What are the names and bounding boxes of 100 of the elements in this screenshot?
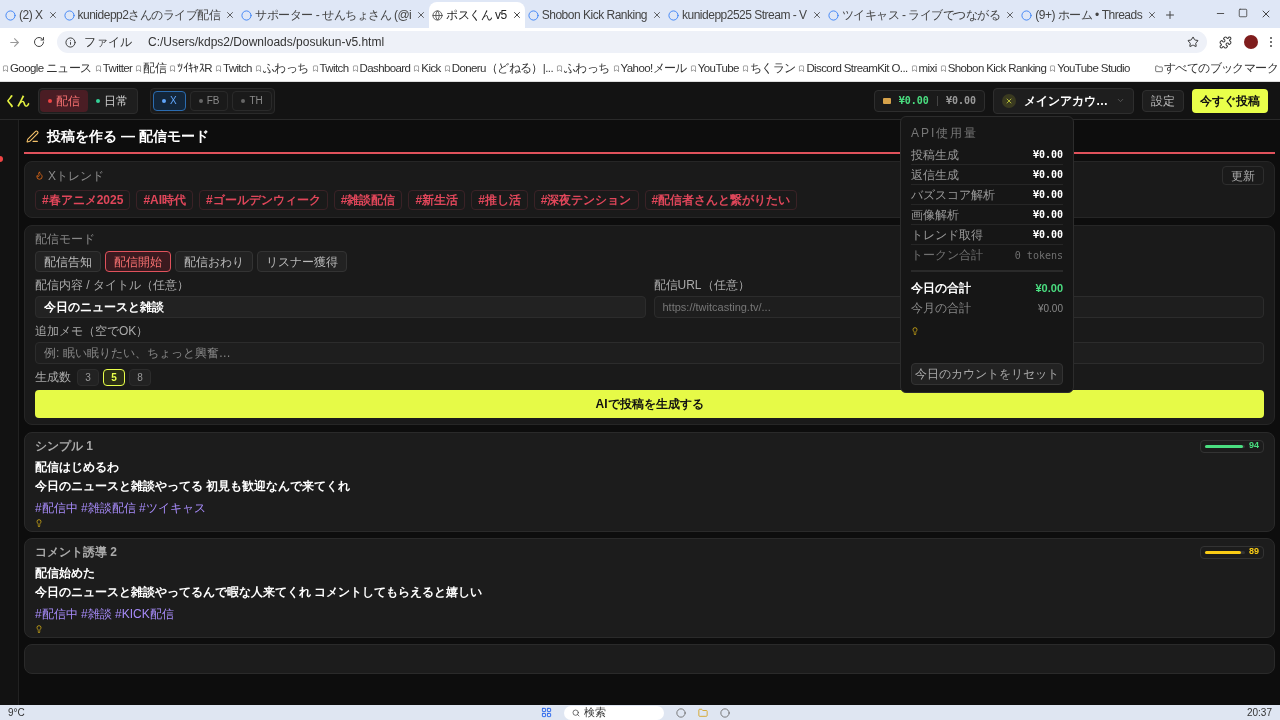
usage-title: API使用量 bbox=[911, 125, 979, 142]
bookmark-item[interactable]: ふわっち bbox=[262, 59, 309, 78]
trend-tag[interactable]: #深夜テンション bbox=[533, 190, 639, 210]
browser-tab[interactable]: kunidepp2525 Stream - V bbox=[665, 2, 825, 28]
bookmark-item[interactable]: Twitch bbox=[222, 59, 252, 78]
maximize-icon[interactable] bbox=[1238, 8, 1248, 18]
browser-tab[interactable]: Shobon Kick Ranking bbox=[524, 2, 665, 28]
count-option[interactable]: 3 bbox=[77, 368, 99, 386]
browser-tab[interactable]: ポスくん v5 bbox=[429, 2, 525, 28]
platform-toggle[interactable]: TH bbox=[232, 90, 272, 111]
mode-tab[interactable]: 日常 bbox=[88, 89, 136, 112]
trend-tag[interactable]: #新生活 bbox=[408, 190, 466, 210]
trend-tag[interactable]: #AI時代 bbox=[136, 190, 194, 210]
post-hashtags: #配信中 #雑談配信 #ツイキャス bbox=[35, 500, 206, 517]
search-icon bbox=[572, 708, 581, 717]
close-tab-icon[interactable] bbox=[511, 10, 522, 20]
post-body: 今日のニュースと雑談やってるんで暇な人来てくれ コメントしてもらえると嬉しい bbox=[35, 584, 483, 601]
settings-button[interactable]: 設定 bbox=[1142, 89, 1184, 112]
trend-tag[interactable]: #推し活 bbox=[471, 190, 528, 210]
reset-count-button[interactable]: 今日のカウントをリセット bbox=[911, 363, 1063, 385]
today-total-label: 今日の合計 bbox=[911, 280, 971, 297]
bookmark-item[interactable]: 配信 bbox=[143, 59, 167, 78]
reload-icon[interactable] bbox=[33, 36, 45, 48]
usage-label: 投稿生成 bbox=[911, 146, 959, 164]
field-label: 追加メモ（空でOK） bbox=[35, 323, 149, 340]
close-tab-icon[interactable] bbox=[652, 10, 662, 20]
bookmark-item[interactable]: Discord StreamKit O... bbox=[806, 59, 908, 78]
platform-toggle[interactable]: FB bbox=[189, 90, 229, 111]
account-switcher[interactable]: メインアカウ… bbox=[993, 87, 1134, 114]
trend-tag[interactable]: #春アニメ2025 bbox=[35, 190, 131, 210]
close-tab-icon[interactable] bbox=[1005, 10, 1016, 20]
bookmark-item[interactable]: YouTube Studio bbox=[1057, 59, 1130, 78]
cost-pill[interactable]: ¥0.00 ¥0.00 bbox=[873, 89, 985, 112]
bookmark-item[interactable]: Twitch bbox=[319, 59, 349, 78]
bookmark-item[interactable]: Google ニュース bbox=[10, 59, 92, 78]
bookmark-item[interactable]: Yahoo!メール bbox=[620, 59, 687, 78]
bookmark-item[interactable]: mixi bbox=[918, 59, 937, 78]
weather-text: 9°C bbox=[8, 706, 25, 720]
post-now-button[interactable]: 今すぐ投稿 bbox=[1192, 88, 1268, 113]
bookmark-item[interactable]: Twitter bbox=[102, 59, 133, 78]
cost-month: ¥0.00 bbox=[945, 94, 976, 108]
close-tab-icon[interactable] bbox=[811, 10, 822, 20]
browser-tab[interactable]: ツイキャス - ライブでつながる bbox=[824, 2, 1019, 28]
trend-tag[interactable]: #配信者さんと繋がりたい bbox=[644, 190, 798, 210]
usage-value: ¥0.00 bbox=[1032, 168, 1063, 182]
search-text: 検索 bbox=[584, 705, 607, 720]
bookmark-star-icon[interactable] bbox=[1187, 36, 1199, 48]
browser-tab[interactable]: kunidepp2さんのライブ配信 bbox=[60, 2, 239, 28]
all-bookmarks-item[interactable]: すべてのブックマーク bbox=[1164, 59, 1278, 78]
bookmark-icon bbox=[2, 65, 9, 72]
bookmark-item[interactable]: ふわっち bbox=[564, 59, 610, 78]
address-bar[interactable]: ファイル C:/Users/kdps2/Downloads/posukun-v5.html bbox=[57, 31, 1207, 53]
browser-tab[interactable]: (9+) ホーム • Threads bbox=[1018, 2, 1161, 28]
title-field[interactable]: 今日のニュースと雑談 bbox=[35, 296, 646, 318]
post-mode-button[interactable]: 配信開始 bbox=[105, 251, 171, 272]
close-tab-icon[interactable] bbox=[225, 10, 236, 20]
usage-label: 画像解析 bbox=[911, 206, 959, 224]
bookmark-icon bbox=[135, 65, 143, 72]
bookmark-item[interactable]: ﾂｲｷｬｽR bbox=[177, 59, 212, 78]
count-label: 生成数 bbox=[35, 369, 71, 386]
refresh-button[interactable]: 更新 bbox=[1222, 166, 1264, 185]
tab-favicon-icon bbox=[827, 9, 839, 21]
close-tab-icon[interactable] bbox=[1147, 10, 1158, 20]
post-mode-button[interactable]: 配信告知 bbox=[35, 251, 101, 272]
flame-icon bbox=[35, 171, 44, 180]
bookmark-item[interactable]: YouTube bbox=[697, 59, 739, 78]
start-icon[interactable] bbox=[541, 707, 553, 718]
count-option[interactable]: 5 bbox=[103, 368, 125, 386]
extensions-icon[interactable] bbox=[1219, 35, 1232, 49]
folder-icon bbox=[1155, 64, 1163, 73]
trend-tag[interactable]: #雑談配信 bbox=[333, 190, 403, 210]
bookmark-item[interactable]: Doneru（どねる）|... bbox=[451, 59, 553, 78]
taskbar-search[interactable]: 検索 bbox=[564, 705, 665, 720]
mode-tab[interactable]: 配信 bbox=[40, 89, 88, 112]
browser-tab[interactable]: サポーター - せんちょさん (@i bbox=[238, 2, 430, 28]
post-type-label: コメント誘導 2 bbox=[35, 544, 117, 561]
platform-toggle[interactable]: X bbox=[153, 90, 186, 111]
writing-hand-icon bbox=[26, 129, 39, 143]
count-option[interactable]: 8 bbox=[129, 368, 151, 386]
usage-label: バズスコア解析 bbox=[911, 186, 995, 204]
bookmark-item[interactable]: ちくラン bbox=[749, 59, 796, 78]
close-window-icon[interactable] bbox=[1260, 8, 1272, 20]
post-mode-button[interactable]: 配信おわり bbox=[175, 251, 253, 272]
bookmark-item[interactable]: Kick bbox=[421, 59, 441, 78]
close-tab-icon[interactable] bbox=[47, 10, 58, 20]
bookmark-item[interactable]: Shobon Kick Ranking bbox=[947, 59, 1047, 78]
trend-tag[interactable]: #ゴールデンウィーク bbox=[199, 190, 328, 210]
score-value: 94 bbox=[1249, 439, 1259, 453]
address-url: C:/Users/kdps2/Downloads/posukun-v5.html bbox=[148, 34, 385, 51]
forward-icon[interactable] bbox=[8, 35, 21, 49]
post-mode-button[interactable]: リスナー獲得 bbox=[257, 251, 347, 272]
browser-tab[interactable]: (2) X bbox=[2, 2, 61, 28]
new-tab-icon[interactable] bbox=[1164, 9, 1177, 21]
month-total-label: 今月の合計 bbox=[911, 300, 971, 317]
post-type-label: シンプル 1 bbox=[35, 438, 93, 455]
close-tab-icon[interactable] bbox=[416, 10, 427, 20]
bookmark-icon bbox=[741, 65, 749, 72]
bookmark-item[interactable]: Dashboard bbox=[359, 59, 411, 78]
generate-button[interactable]: AIで投稿を生成する bbox=[35, 390, 1264, 418]
profile-avatar[interactable] bbox=[1244, 35, 1258, 49]
